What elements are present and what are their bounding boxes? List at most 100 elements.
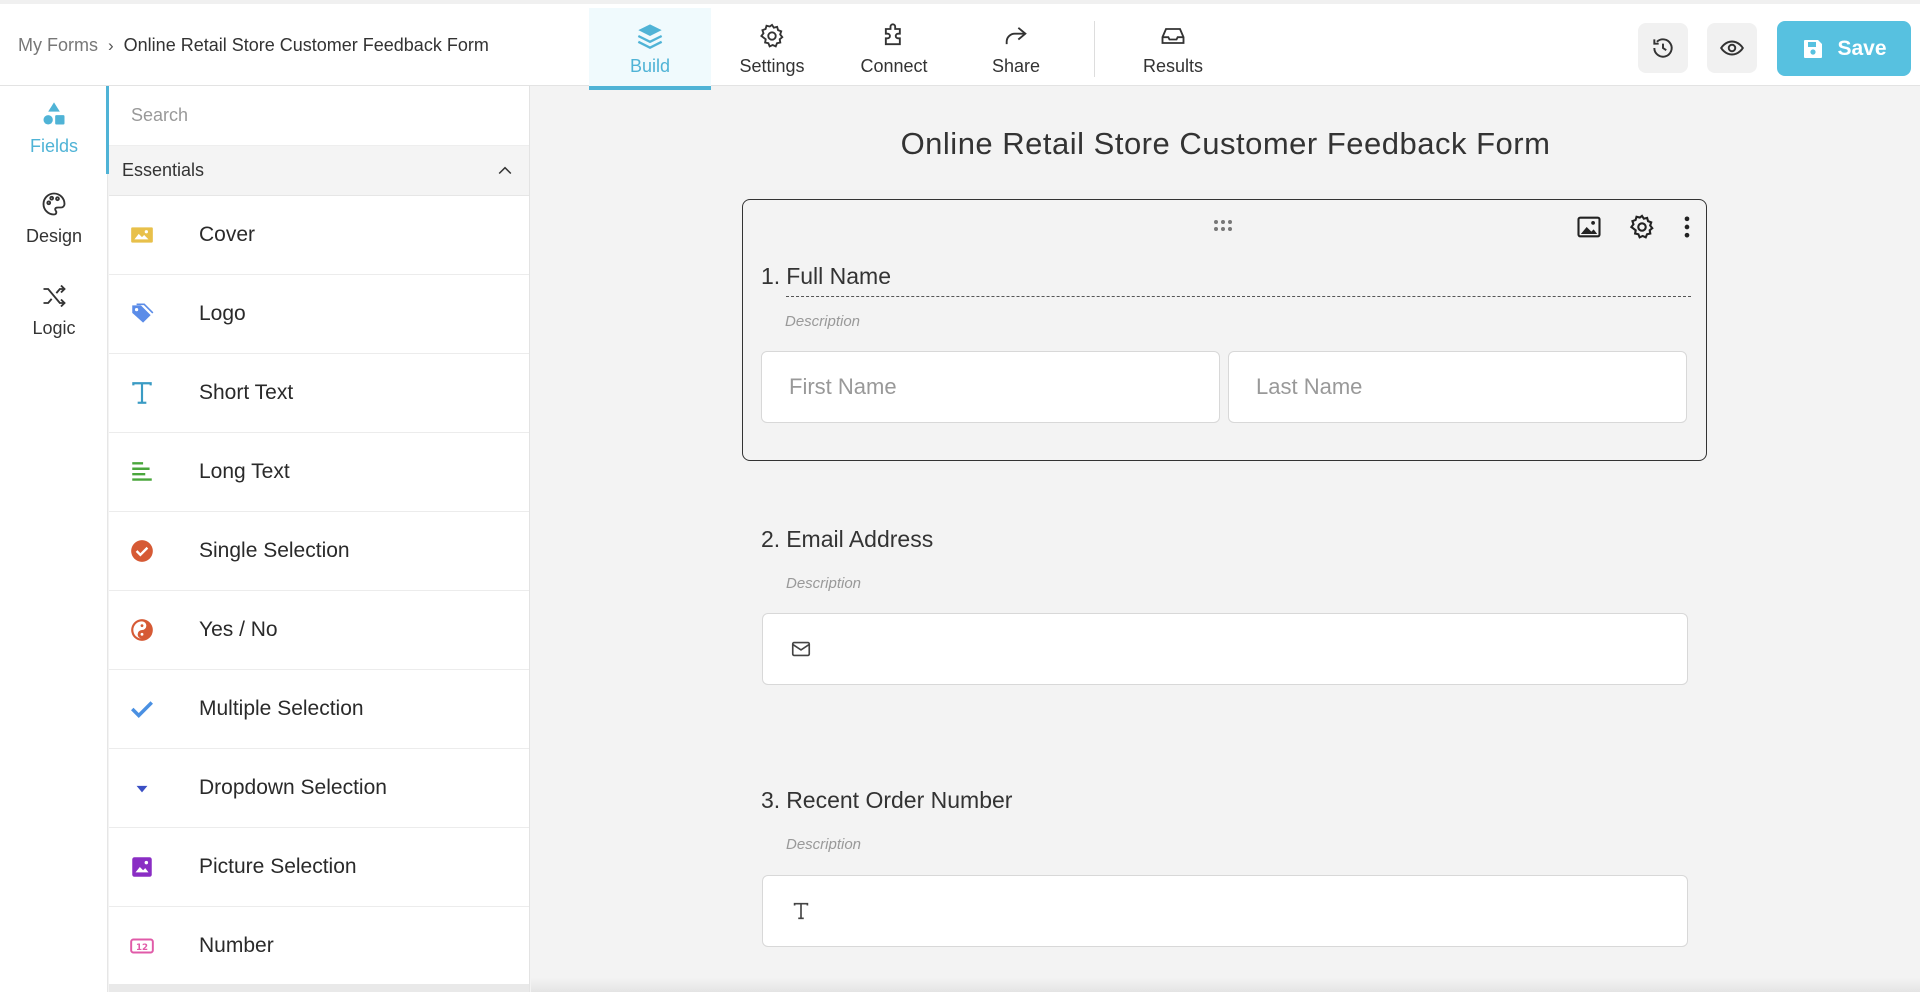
field-item-number[interactable]: 12 Number	[109, 907, 529, 986]
checkmark-icon	[131, 701, 153, 718]
field-item-single-selection[interactable]: Single Selection	[109, 512, 529, 591]
question-number: 3.	[761, 787, 781, 813]
nav-share-tab[interactable]: Share	[955, 8, 1077, 90]
field-label: Multiple Selection	[199, 697, 364, 720]
top-bar: My Forms › Online Retail Store Customer …	[0, 0, 1920, 90]
question-description[interactable]: Description	[786, 575, 861, 592]
nav-share-label: Share	[991, 55, 1041, 76]
shuffle-icon	[43, 284, 66, 308]
cover-icon	[131, 227, 153, 243]
rail-design-label: Design	[25, 226, 83, 246]
rail-design-tab[interactable]: Design	[0, 190, 108, 247]
field-item-dropdown-selection[interactable]: Dropdown Selection	[109, 749, 529, 828]
palette-icon	[42, 192, 66, 216]
left-rail: Fields Design Logic	[0, 86, 108, 992]
field-item-cover[interactable]: Cover	[109, 196, 529, 275]
question-number: 2.	[761, 526, 781, 552]
field-item-multiple-selection[interactable]: Multiple Selection	[109, 670, 529, 749]
field-label: Logo	[199, 302, 246, 325]
field-label: Short Text	[199, 381, 294, 404]
gear-icon	[1629, 214, 1654, 239]
field-label: Cover	[199, 223, 256, 246]
field-label: Dropdown Selection	[199, 776, 387, 799]
field-item-long-text[interactable]: Long Text	[109, 433, 529, 512]
email-input[interactable]	[762, 613, 1688, 685]
nav-settings-tab[interactable]: Settings	[711, 8, 833, 90]
paragraph-icon	[132, 462, 152, 481]
drag-handle-icon[interactable]	[1211, 216, 1235, 236]
check-circle-icon	[131, 540, 153, 562]
question-description[interactable]: Description	[785, 313, 860, 330]
save-label: Save	[1837, 36, 1887, 60]
text-icon	[793, 902, 809, 920]
number-icon: 12	[130, 938, 154, 954]
question-title-text[interactable]: Recent Order Number	[786, 787, 1012, 814]
yin-yang-icon	[131, 619, 153, 641]
essentials-section-header[interactable]: Essentials	[109, 146, 529, 196]
kebab-menu-icon	[1684, 216, 1690, 238]
image-icon	[1577, 216, 1601, 238]
panel-scroll-edge	[109, 984, 529, 992]
question-card-selected[interactable]: 1. Full Name Description First Name Last…	[742, 199, 1707, 461]
share-arrow-icon	[1005, 26, 1027, 44]
nav-connect-tab[interactable]: Connect	[833, 8, 955, 90]
field-search-input[interactable]: Search	[109, 86, 529, 146]
history-icon	[1653, 38, 1673, 58]
nav-results-tab[interactable]: Results	[1112, 8, 1234, 90]
nav-divider	[1094, 21, 1095, 77]
question-title-text[interactable]: Full Name	[786, 263, 1691, 297]
rail-fields-label: Fields	[29, 136, 78, 156]
history-button[interactable]	[1638, 23, 1688, 73]
rail-logic-tab[interactable]: Logic	[0, 282, 108, 339]
eye-icon	[1720, 40, 1744, 56]
shapes-icon	[43, 102, 65, 125]
form-title[interactable]: Online Retail Store Customer Feedback Fo…	[531, 126, 1920, 162]
gear-icon	[760, 23, 784, 48]
question-title[interactable]: 3. Recent Order Number	[761, 787, 1012, 814]
breadcrumb-current-form: Online Retail Store Customer Feedback Fo…	[123, 35, 489, 55]
text-icon	[132, 382, 152, 404]
main-nav: Build Settings Connect Share Results	[589, 8, 1234, 90]
question-title[interactable]: 2. Email Address	[761, 526, 933, 553]
field-item-picture-selection[interactable]: Picture Selection	[109, 828, 529, 907]
question-number: 1.	[761, 263, 781, 289]
save-button[interactable]: Save	[1777, 21, 1911, 76]
nav-settings-label: Settings	[739, 55, 805, 76]
question-settings-button[interactable]	[1627, 212, 1657, 242]
chevron-up-icon	[498, 166, 512, 174]
form-canvas: Online Retail Store Customer Feedback Fo…	[531, 86, 1920, 992]
envelope-icon	[791, 641, 811, 657]
field-label: Picture Selection	[199, 855, 357, 878]
breadcrumb-separator: ›	[108, 35, 114, 55]
canvas-bottom-edge	[531, 978, 1920, 992]
field-item-short-text[interactable]: Short Text	[109, 354, 529, 433]
inbox-icon	[1161, 27, 1185, 44]
more-options-button[interactable]	[1672, 212, 1702, 242]
breadcrumb-my-forms-link[interactable]: My Forms	[18, 35, 98, 56]
field-label: Yes / No	[199, 618, 278, 641]
floppy-disk-icon	[1804, 39, 1823, 58]
add-image-button[interactable]	[1574, 212, 1604, 242]
nav-build-label: Build	[629, 55, 671, 76]
field-item-logo[interactable]: Logo	[109, 275, 529, 354]
field-label: Number	[199, 934, 274, 957]
order-number-input[interactable]	[762, 875, 1688, 947]
rail-fields-tab[interactable]: Fields	[0, 100, 108, 157]
svg-text:12: 12	[136, 943, 148, 953]
nav-connect-label: Connect	[860, 55, 928, 76]
puzzle-icon	[884, 22, 901, 45]
field-item-yes-no[interactable]: Yes / No	[109, 591, 529, 670]
field-label: Single Selection	[199, 539, 350, 562]
breadcrumb: My Forms › Online Retail Store Customer …	[18, 35, 489, 56]
nav-build-tab[interactable]: Build	[589, 8, 711, 90]
question-description[interactable]: Description	[786, 836, 861, 853]
question-title[interactable]: 1. Full Name	[761, 263, 1691, 297]
fields-panel: Search Essentials Cover Logo Short Text …	[109, 86, 530, 992]
caret-down-icon	[136, 785, 148, 793]
preview-button[interactable]	[1707, 23, 1757, 73]
last-name-input[interactable]: Last Name	[1228, 351, 1687, 423]
question-title-text[interactable]: Email Address	[786, 526, 933, 553]
tag-icon	[132, 303, 154, 323]
layers-icon	[637, 23, 663, 49]
first-name-input[interactable]: First Name	[761, 351, 1220, 423]
